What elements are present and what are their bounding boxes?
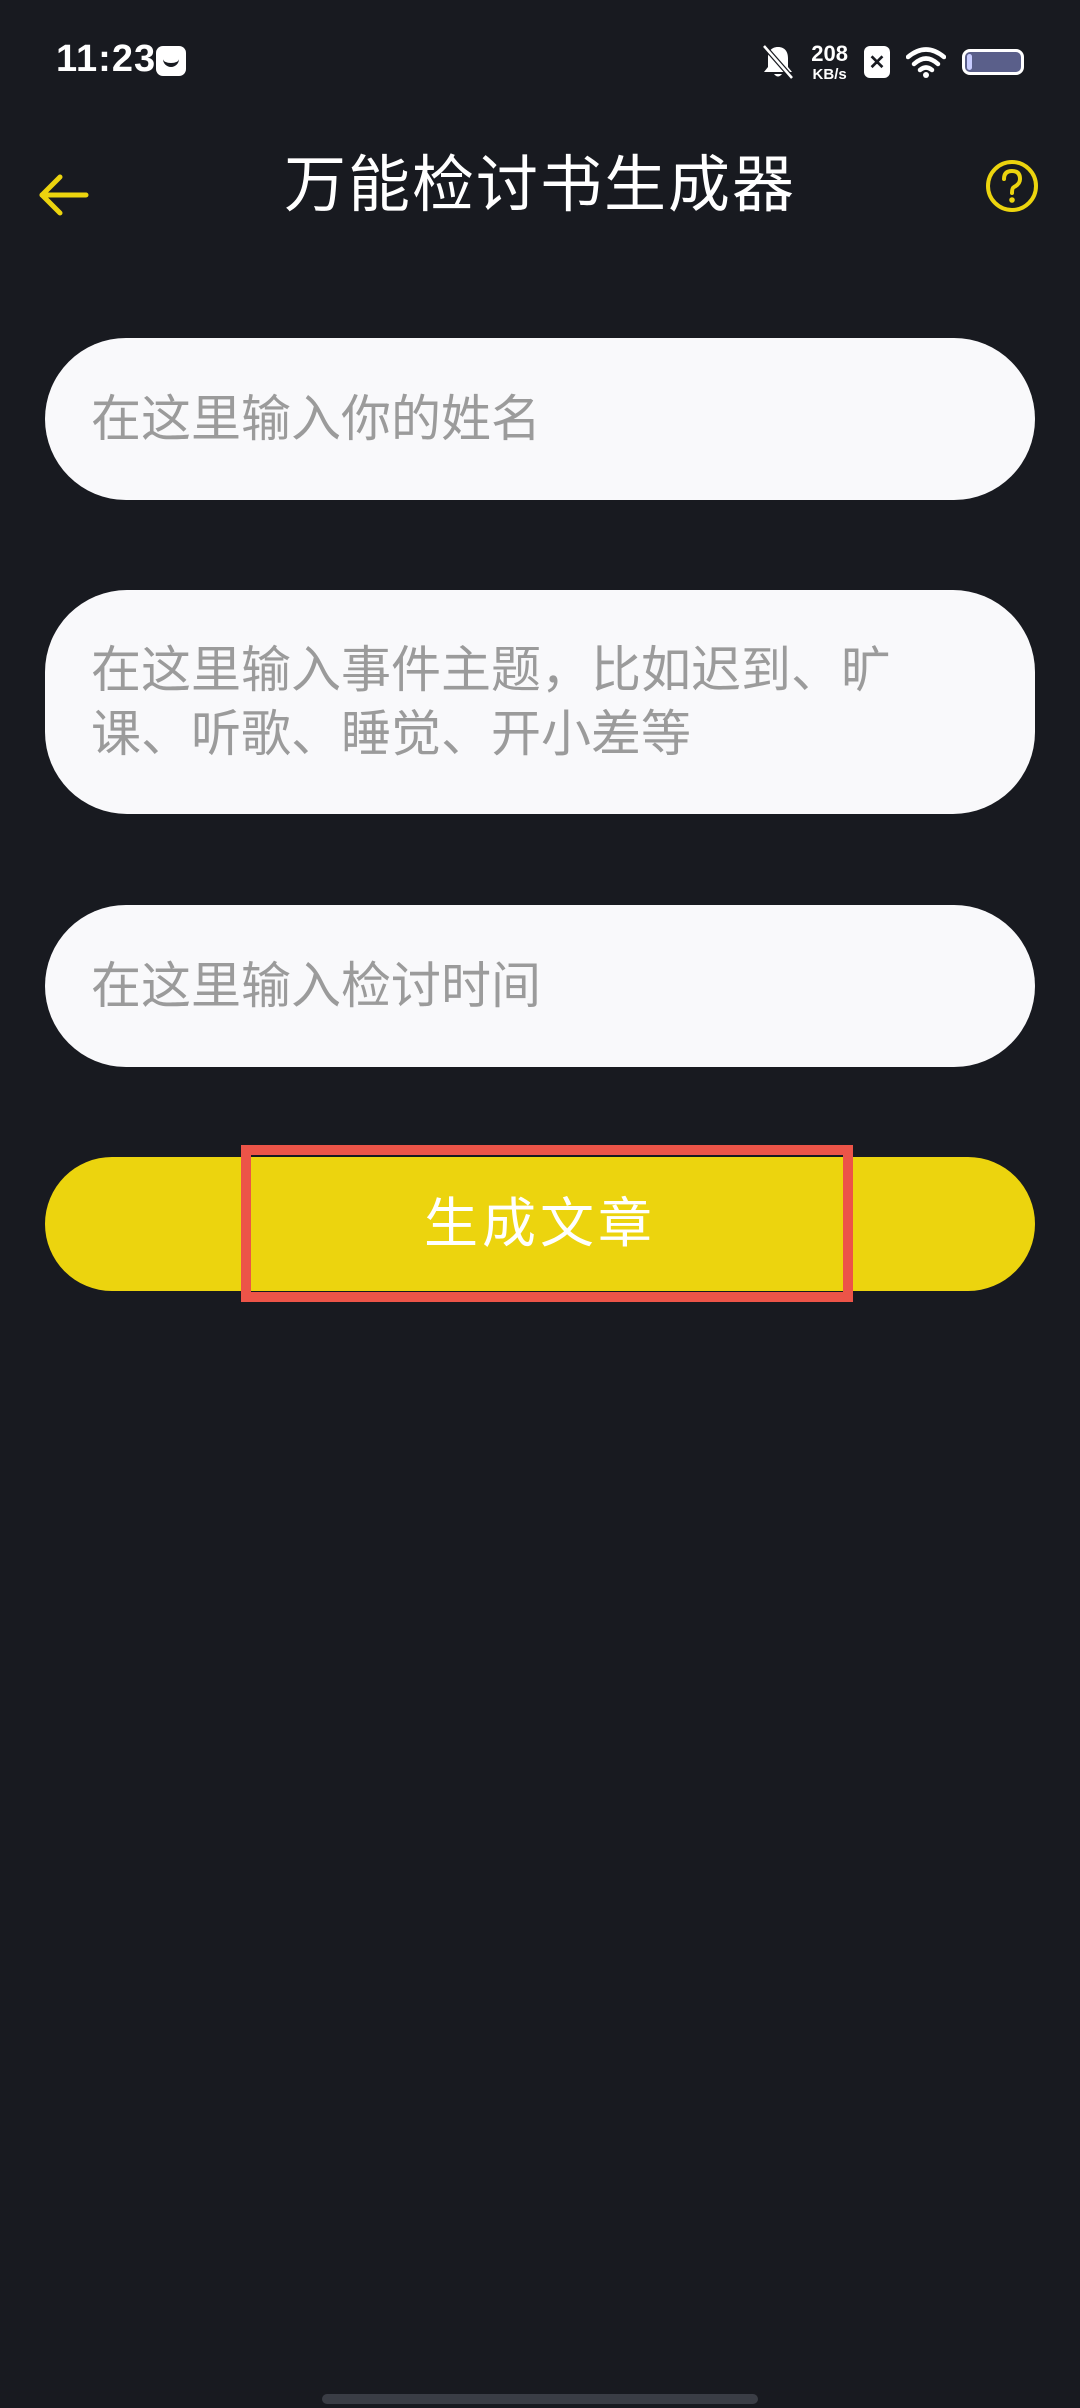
status-bar: 11:23 208 KB/s ✕ <box>0 0 1080 120</box>
network-speed: 208 KB/s <box>811 40 848 83</box>
name-field[interactable] <box>45 338 1035 500</box>
help-icon[interactable] <box>984 158 1040 214</box>
event-topic-field[interactable] <box>45 590 1035 814</box>
event-topic-input[interactable] <box>91 638 989 778</box>
notification-icon <box>156 46 186 76</box>
status-time: 11:23 <box>56 38 157 80</box>
screen: 11:23 208 KB/s ✕ 万能检讨书生成器 在这里输入你的姓名 在这里输… <box>0 0 1080 2408</box>
page-title: 万能检讨书生成器 <box>283 148 796 221</box>
battery-icon <box>962 49 1024 75</box>
wifi-icon <box>906 47 946 78</box>
name-input[interactable] <box>91 338 989 500</box>
network-speed-value: 208 <box>811 40 848 66</box>
status-icons: 208 KB/s ✕ <box>761 40 1024 84</box>
generate-article-label: 生成文章 <box>424 1192 656 1255</box>
sim-x-icon: ✕ <box>864 46 890 78</box>
review-time-field[interactable] <box>45 905 1035 1067</box>
home-indicator[interactable] <box>322 2394 758 2404</box>
mute-icon <box>762 44 795 80</box>
review-time-input[interactable] <box>91 905 989 1067</box>
battery-level <box>967 54 972 70</box>
header: 万能检讨书生成器 <box>0 140 1080 230</box>
generate-article-button[interactable]: 生成文章 <box>45 1157 1035 1291</box>
network-speed-unit: KB/s <box>812 65 847 83</box>
